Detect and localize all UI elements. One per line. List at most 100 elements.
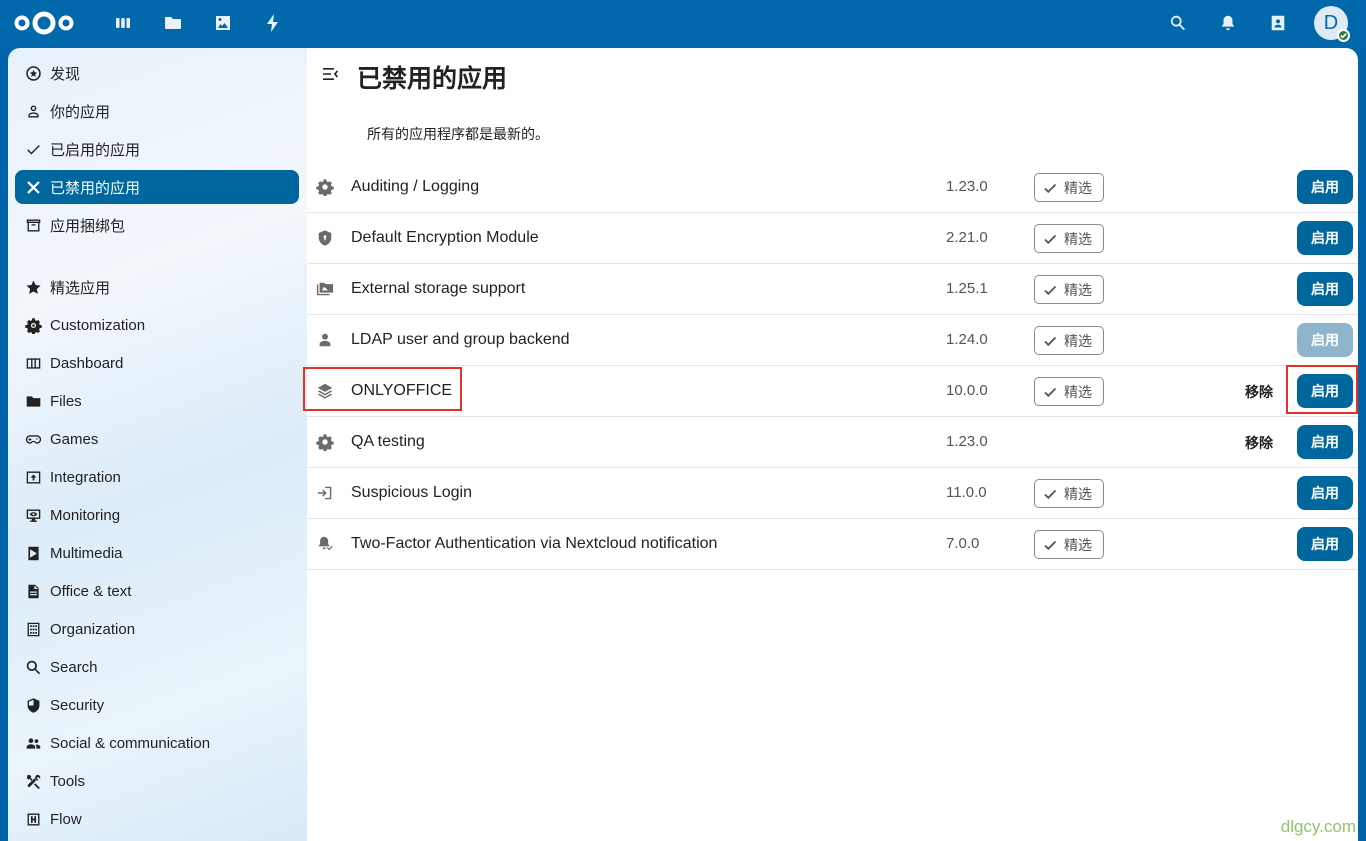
app-name[interactable]: External storage support xyxy=(351,280,525,298)
nav-label: Search xyxy=(50,658,98,676)
header: D xyxy=(0,0,1366,48)
enable-button[interactable]: 启用 xyxy=(1297,170,1353,204)
nav-label: 已禁用的应用 xyxy=(50,179,141,197)
search-icon[interactable] xyxy=(1164,9,1192,37)
nav-label: Integration xyxy=(50,468,121,486)
files-icon[interactable] xyxy=(160,10,186,36)
menu-open-icon xyxy=(323,68,339,80)
close-icon xyxy=(24,178,42,196)
folder-multiple-icon xyxy=(315,279,335,299)
login-icon xyxy=(315,483,335,503)
nav-item-featured[interactable]: 精选应用 xyxy=(15,270,299,304)
featured-label: 精选 xyxy=(1064,180,1092,197)
nav-item-games[interactable]: Games xyxy=(15,422,299,456)
star-circle-icon xyxy=(24,64,42,82)
enable-button[interactable]: 启用 xyxy=(1297,272,1353,306)
remove-button[interactable]: 移除 xyxy=(1245,433,1273,453)
nav-item-flow[interactable]: Flow xyxy=(15,802,299,836)
nav-item-search[interactable]: Search xyxy=(15,650,299,684)
app-row-ldap-user-and-group-backend[interactable]: LDAP user and group backend 1.24.0 精选 启用 xyxy=(307,315,1358,366)
toggle-navigation-button[interactable] xyxy=(321,64,345,84)
nextcloud-logo[interactable] xyxy=(12,8,76,38)
app-row-two-factor-authentication-via-nextcloud-notification[interactable]: Two-Factor Authentication via Nextcloud … xyxy=(307,519,1358,570)
star-icon xyxy=(24,278,42,296)
nav-label: 已启用的应用 xyxy=(50,141,141,159)
avatar[interactable]: D xyxy=(1314,6,1350,42)
app-version: 1.25.1 xyxy=(946,280,988,297)
nav-item-multimedia[interactable]: Multimedia xyxy=(15,536,299,570)
nav-item-office-text[interactable]: Office & text xyxy=(15,574,299,608)
check-icon xyxy=(1044,234,1057,244)
app-version: 1.24.0 xyxy=(946,331,988,348)
contacts-icon[interactable] xyxy=(1264,9,1292,37)
folder-icon xyxy=(24,392,42,410)
nav-item-your-apps[interactable]: 你的应用 xyxy=(15,94,299,128)
avatar-letter: D xyxy=(1323,11,1339,34)
nav-item-social[interactable]: Social & communication xyxy=(15,726,299,760)
status-online-icon xyxy=(1337,29,1350,42)
nav-item-organization[interactable]: Organization xyxy=(15,612,299,646)
app-name[interactable]: QA testing xyxy=(351,433,425,451)
nav-item-enabled-apps[interactable]: 已启用的应用 xyxy=(15,132,299,166)
featured-badge: 精选 xyxy=(1034,224,1104,253)
bell-check-icon xyxy=(315,534,335,554)
app-row-external-storage-support[interactable]: External storage support 1.25.1 精选 启用 xyxy=(307,264,1358,315)
check-icon xyxy=(1044,489,1057,499)
check-icon xyxy=(1044,387,1057,397)
app-name[interactable]: Two-Factor Authentication via Nextcloud … xyxy=(351,535,717,553)
app-row-qa-testing[interactable]: QA testing 1.23.0 移除 启用 xyxy=(307,417,1358,468)
app-name[interactable]: Default Encryption Module xyxy=(351,229,539,247)
featured-badge: 精选 xyxy=(1034,530,1104,559)
enable-button[interactable]: 启用 xyxy=(1297,323,1353,357)
update-status: 所有的应用程序都是最新的。 xyxy=(367,127,549,143)
app-row-suspicious-login[interactable]: Suspicious Login 11.0.0 精选 启用 xyxy=(307,468,1358,519)
featured-label: 精选 xyxy=(1064,486,1092,503)
nav-item-tools[interactable]: Tools xyxy=(15,764,299,798)
app-name[interactable]: Suspicious Login xyxy=(351,484,472,502)
integration-icon xyxy=(24,468,42,486)
nav-item-monitoring[interactable]: Monitoring xyxy=(15,498,299,532)
check-icon xyxy=(24,140,42,158)
enable-button[interactable]: 启用 xyxy=(1297,425,1353,459)
nav-label: Social & communication xyxy=(50,734,211,752)
nav-item-security[interactable]: Security xyxy=(15,688,299,722)
nav-label: 发现 xyxy=(50,65,81,83)
enable-button[interactable]: 启用 xyxy=(1297,527,1353,561)
magnify-icon xyxy=(24,658,42,676)
notifications-icon[interactable] xyxy=(1214,9,1242,37)
highlight-onlyoffice-enable xyxy=(1286,365,1358,414)
app-name[interactable]: Auditing / Logging xyxy=(351,178,479,196)
check-icon xyxy=(1044,336,1057,346)
nav-label: 应用捆绑包 xyxy=(50,217,126,235)
nav-item-customization[interactable]: Customization xyxy=(15,308,299,342)
app-name[interactable]: LDAP user and group backend xyxy=(351,331,570,349)
app-version: 11.0.0 xyxy=(946,484,987,501)
highlight-onlyoffice-name xyxy=(303,367,462,411)
primary-nav: 发现 你的应用 已启用的应用 已禁用的应用 应用捆绑包 xyxy=(15,56,299,246)
remove-button[interactable]: 移除 xyxy=(1245,382,1273,402)
featured-badge: 精选 xyxy=(1034,173,1104,202)
nav-label: Customization xyxy=(50,316,146,334)
activity-icon[interactable] xyxy=(260,10,286,36)
app-row-onlyoffice[interactable]: ONLYOFFICE 10.0.0 精选 移除 启用 xyxy=(307,366,1358,417)
featured-label: 精选 xyxy=(1064,333,1092,350)
nav-item-integration[interactable]: Integration xyxy=(15,460,299,494)
row-divider xyxy=(1156,569,1358,570)
photos-icon[interactable] xyxy=(210,10,236,36)
cog-icon xyxy=(315,177,335,197)
header-right: D xyxy=(1164,6,1350,42)
app-version: 7.0.0 xyxy=(946,535,980,552)
app-row-default-encryption-module[interactable]: Default Encryption Module 2.21.0 精选 启用 xyxy=(307,213,1358,264)
nav-item-app-bundles[interactable]: 应用捆绑包 xyxy=(15,208,299,242)
account-group-icon xyxy=(24,734,42,752)
featured-badge: 精选 xyxy=(1034,326,1104,355)
enable-button[interactable]: 启用 xyxy=(1297,476,1353,510)
nav-item-files[interactable]: Files xyxy=(15,384,299,418)
nav-label: 精选应用 xyxy=(50,279,111,297)
app-row-auditing-logging[interactable]: Auditing / Logging 1.23.0 精选 启用 xyxy=(307,162,1358,213)
enable-button[interactable]: 启用 xyxy=(1297,221,1353,255)
nav-item-dashboard[interactable]: Dashboard xyxy=(15,346,299,380)
nav-item-disabled-apps[interactable]: 已禁用的应用 xyxy=(15,170,299,204)
nav-item-discover[interactable]: 发现 xyxy=(15,56,299,90)
dashboard-icon[interactable] xyxy=(110,10,136,36)
